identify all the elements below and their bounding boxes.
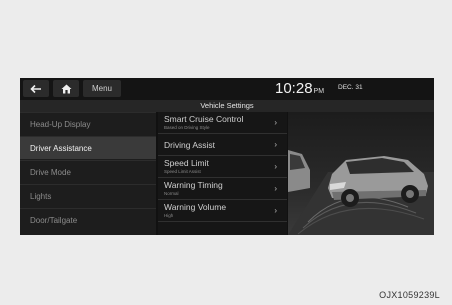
- top-bar: Menu 10:28PM DEC. 31: [20, 78, 434, 100]
- car-sensor-illustration: [288, 150, 434, 235]
- option-value: Based on Driving Style: [164, 125, 210, 130]
- driver-assistance-options: Smart Cruise Control Based on Driving St…: [158, 112, 287, 235]
- clock-time: 10:28: [275, 80, 313, 97]
- page-title: Vehicle Settings: [20, 100, 434, 112]
- clock-ampm: PM: [313, 88, 325, 95]
- date-display: DEC. 31: [338, 84, 363, 91]
- option-label: Speed Limit: [164, 158, 209, 168]
- option-label: Warning Timing: [164, 180, 223, 190]
- category-head-up-display[interactable]: Head-Up Display: [20, 112, 156, 135]
- menu-button[interactable]: Menu: [83, 80, 121, 97]
- option-value: Normal: [164, 191, 179, 196]
- menu-label: Menu: [91, 84, 112, 93]
- category-driver-assistance[interactable]: Driver Assistance: [20, 136, 156, 159]
- infotainment-screen: Menu 10:28PM DEC. 31 Vehicle Settings He…: [20, 78, 434, 235]
- option-label: Driving Assist: [164, 140, 216, 150]
- chevron-right-icon: ›: [274, 118, 277, 127]
- vehicle-illustration: [288, 112, 434, 235]
- home-button[interactable]: [53, 80, 79, 97]
- option-smart-cruise-control[interactable]: Smart Cruise Control Based on Driving St…: [158, 112, 287, 134]
- option-warning-volume[interactable]: Warning Volume High ›: [158, 200, 287, 222]
- category-lights[interactable]: Lights: [20, 184, 156, 207]
- chevron-right-icon: ›: [274, 162, 277, 171]
- category-door-tailgate[interactable]: Door/Tailgate: [20, 208, 156, 231]
- settings-category-list: Head-Up Display Driver Assistance Drive …: [20, 112, 156, 235]
- option-speed-limit[interactable]: Speed Limit Speed Limit Assist ›: [158, 156, 287, 178]
- chevron-right-icon: ›: [274, 184, 277, 193]
- option-warning-timing[interactable]: Warning Timing Normal ›: [158, 178, 287, 200]
- option-label: Smart Cruise Control: [164, 114, 244, 124]
- option-value: Speed Limit Assist: [164, 169, 201, 174]
- home-icon: [61, 84, 71, 93]
- chevron-right-icon: ›: [274, 206, 277, 215]
- option-label: Warning Volume: [164, 202, 227, 212]
- clock: 10:28PM: [275, 80, 324, 101]
- image-caption: OJX1059239L: [379, 290, 440, 300]
- option-driving-assist[interactable]: Driving Assist ›: [158, 134, 287, 156]
- option-value: High: [164, 213, 174, 218]
- back-button[interactable]: [23, 80, 49, 97]
- chevron-right-icon: ›: [274, 140, 277, 149]
- back-arrow-icon: [30, 84, 41, 93]
- category-drive-mode[interactable]: Drive Mode: [20, 160, 156, 183]
